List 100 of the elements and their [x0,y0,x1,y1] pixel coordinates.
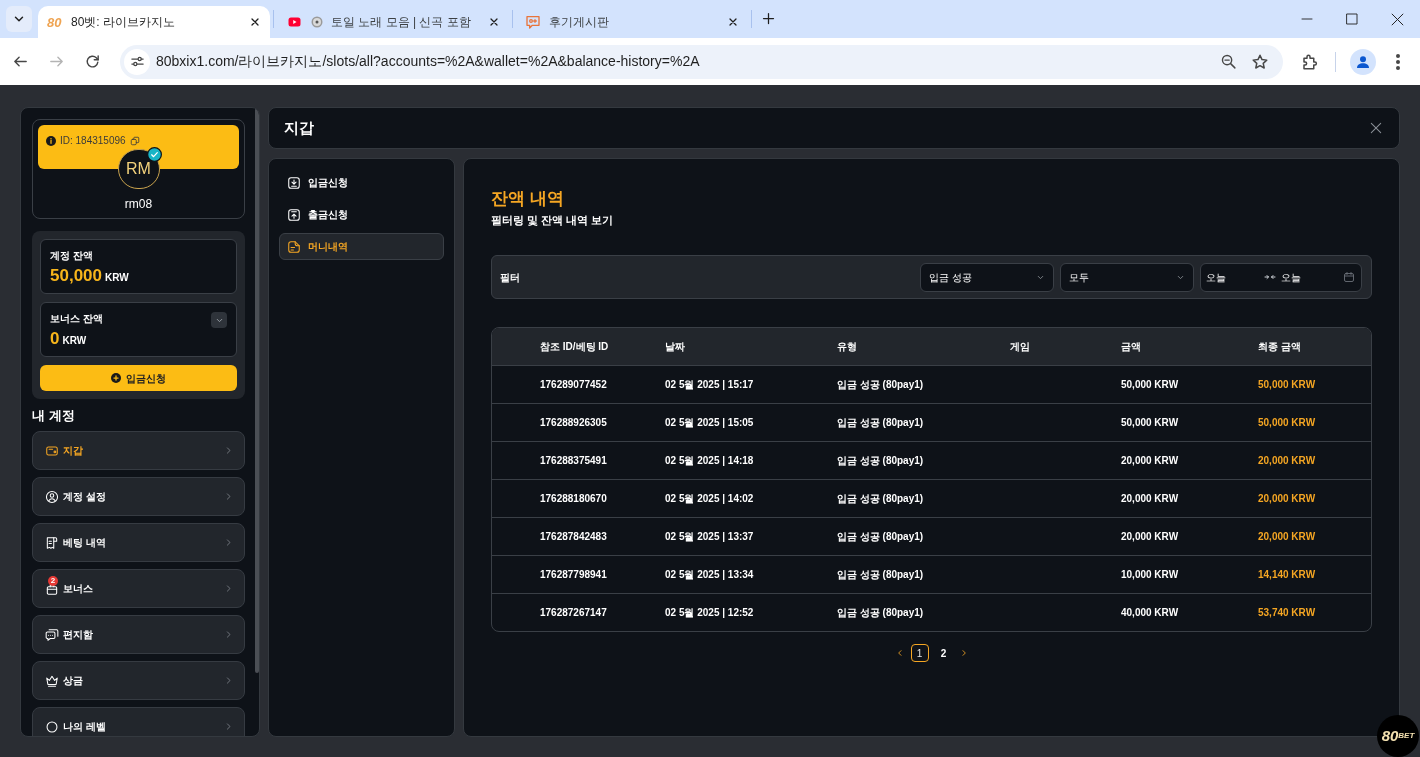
close-icon [1390,12,1404,26]
scrollbar[interactable] [255,108,259,673]
nav-item[interactable]: 머니내역 [279,233,444,260]
table-cell-text: 02 5월 2025 | 14:18 [665,454,755,468]
table-cell-text: 입금 성공 (80pay1) [837,454,925,468]
zoom-out-icon [1219,53,1237,70]
nav-item[interactable]: 입금신청 [279,169,444,196]
menu-label: 나의 레벨 [63,719,106,734]
column-header: 금액 [1121,340,1142,354]
filter-select[interactable]: 입금 성공 [920,262,1054,292]
table-cell-text: 20,000 KRW [1121,530,1180,544]
tab-title: 80벳: 라이브카지노 [71,14,176,31]
page-title: 잔액 내역 [491,189,565,209]
browser-tab[interactable]: 80 80벳: 라이브카지노 [38,6,270,38]
browser-tab[interactable]: 토일 노래 모음 | 신곡 포함 [277,6,509,38]
menu-item[interactable]: 나의 레벨 [32,707,245,736]
filter-select[interactable]: 모두 [1060,262,1194,292]
menu-item[interactable]: 베팅 내역 [32,523,245,562]
table-cell-text: 20,000 KRW [1258,530,1317,544]
table-cell-text: 53,740 KRW [1258,606,1317,620]
table-cell-text: 50,000 KRW [1258,378,1317,392]
page-button[interactable]: 1 [910,644,929,662]
table-cell-text: 176287842483 [540,530,608,544]
chevron-right-icon [224,538,233,547]
user-icon [45,489,59,504]
nav-label: 출금신청 [308,208,348,222]
close-icon [249,16,261,28]
table-cell-text: 입금 성공 (80pay1) [837,492,925,506]
chevron-right-icon [224,446,233,455]
calendar-icon[interactable] [1343,271,1355,283]
avatar-initials: RM [126,158,151,179]
menu-label: 계정 설정 [63,489,106,504]
chevron-right-icon [224,722,233,731]
modal-close-button[interactable] [1368,120,1384,136]
nav-item[interactable]: 출금신청 [279,201,444,228]
tab-search-button[interactable] [6,6,32,32]
table-cell-text: 50,000 KRW [1258,416,1317,430]
table-cell-text: 02 5월 2025 | 15:17 [665,378,755,392]
receipt-icon [45,535,59,550]
close-icon [727,16,739,28]
table-cell-text: 02 5월 2025 | 15:05 [665,416,755,430]
close-icon [1369,121,1383,135]
section-heading: 내 계정 [32,408,76,424]
table-cell-text: 입금 성공 (80pay1) [837,568,925,582]
plus-icon [760,10,776,26]
table-cell-text: 10,000 KRW [1121,568,1180,582]
wallet-icon [45,443,59,458]
disc-icon [311,16,323,28]
menu-item[interactable]: 2 보너스 [32,569,245,608]
upload-icon [287,207,301,222]
info-icon [46,136,56,146]
table-cell-text: 176288926305 [540,416,608,430]
site-settings-button[interactable] [124,48,150,75]
username: rm08 [124,196,153,213]
video-play-icon [286,16,303,28]
chat-bubble-icon [525,14,541,30]
date-to-field[interactable]: 오늘 [1281,269,1301,285]
chevron-right-icon [224,584,233,593]
table-cell-text: 입금 성공 (80pay1) [837,606,925,620]
page-subtitle: 필터링 및 잔액 내역 보기 [491,213,615,227]
chevron-right-icon [959,649,968,657]
table-cell-text: 176288180670 [540,492,608,506]
chevron-right-icon [224,492,233,501]
chat-bubbles-icon [45,627,59,642]
filter-label: 필터 [500,270,520,285]
date-from-field[interactable]: 오늘 [1206,269,1264,285]
notification-badge: 2 [48,575,58,586]
menu-item[interactable]: 상금 [32,661,245,700]
menu-item[interactable]: 지갑 [32,431,245,470]
menu-item[interactable]: 편지함 [32,615,245,654]
balance-label: 보너스 잔액 [50,312,103,326]
table-cell-text: 40,000 KRW [1121,606,1180,620]
table-cell-text: 176289077452 [540,378,608,392]
nav-label: 입금신청 [308,176,348,190]
menu-label: 상금 [63,673,83,688]
balance-amount: 0 [50,329,60,349]
column-header: 최종 금액 [1258,340,1302,354]
table-cell-text: 입금 성공 (80pay1) [837,416,925,430]
sliders-icon [129,54,145,69]
currency-label: KRW [62,334,87,348]
column-header: 게임 [1010,340,1031,354]
site-logo: 80 [47,15,63,29]
person-icon [1355,53,1371,70]
deposit-button[interactable]: 입금신청 [40,365,237,391]
star-icon [1251,52,1269,71]
address-bar[interactable]: 80bxix1.com/라이브카지노/slots/all?accounts=%2A&wallet=%2A&balance-history=%2A [120,44,1283,79]
browser-tab[interactable]: 후기게시판 [516,6,748,38]
document-icon [287,239,301,254]
menu-label: 베팅 내역 [63,535,106,550]
page-button[interactable]: 2 [934,644,953,662]
nav-label: 머니내역 [308,240,348,254]
chevron-right-icon [224,630,233,639]
close-icon [488,16,500,28]
maximize-icon [1345,13,1358,25]
menu-item[interactable]: 계정 설정 [32,477,245,516]
profile-button[interactable] [1350,48,1376,75]
table-cell-text: 20,000 KRW [1258,454,1317,468]
table-cell-text: 50,000 KRW [1121,416,1180,430]
menu-label: 지갑 [63,443,83,458]
copy-icon[interactable] [129,136,140,146]
